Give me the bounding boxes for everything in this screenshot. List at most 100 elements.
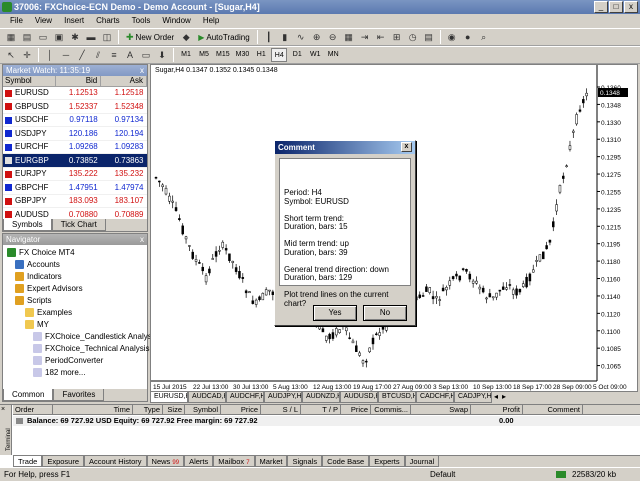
- nav-indicators[interactable]: Indicators: [7, 271, 145, 283]
- autotrading-button[interactable]: ▶ AutoTrading: [195, 33, 252, 42]
- nav-script-candlestick[interactable]: FXChoice_Candlestick Analysis: [7, 331, 158, 343]
- market-watch-row[interactable]: EURGBP 0.73852 0.73863: [3, 153, 147, 168]
- line-chart-icon[interactable]: ∿: [294, 30, 308, 44]
- data-window-icon[interactable]: ▣: [52, 30, 66, 44]
- autoscroll-icon[interactable]: ⇥: [358, 30, 372, 44]
- nav-examples[interactable]: Examples: [7, 307, 145, 319]
- chart-tab[interactable]: AUDNZD,H4: [302, 392, 340, 403]
- timeframe-d1[interactable]: D1: [289, 48, 305, 62]
- terminal-close-icon[interactable]: ×: [1, 406, 5, 413]
- nav-root[interactable]: FX Choice MT4: [7, 247, 145, 259]
- timeframe-h1[interactable]: H1: [253, 48, 269, 62]
- orders-column-header[interactable]: Order: [13, 405, 53, 414]
- new-order-button[interactable]: ✚ New Order: [123, 32, 177, 43]
- chart-shift-icon[interactable]: ⇤: [374, 30, 388, 44]
- orders-column-header[interactable]: Symbol: [185, 405, 221, 414]
- timeframe-w1[interactable]: W1: [307, 48, 323, 62]
- tab-alerts[interactable]: Alerts: [184, 456, 214, 467]
- new-chart-icon[interactable]: ▦: [4, 30, 18, 44]
- metaeditor-icon[interactable]: ◆: [179, 30, 193, 44]
- close-button[interactable]: x: [624, 1, 638, 13]
- tab-experts[interactable]: Experts: [369, 456, 405, 467]
- chart-tab[interactable]: CADCHF,H4: [416, 392, 454, 403]
- market-watch-row[interactable]: GBPUSD 1.52337 1.52348: [3, 99, 147, 114]
- terminal-icon[interactable]: ▬: [84, 30, 98, 44]
- orders-column-header[interactable]: Type: [133, 405, 163, 414]
- menu-insert[interactable]: Insert: [58, 14, 90, 28]
- timeframe-h4[interactable]: H4: [271, 48, 288, 62]
- orders-column-header[interactable]: Commis...: [371, 405, 411, 414]
- tab-scroll-left-icon[interactable]: ◂: [492, 392, 500, 403]
- nav-script-technical[interactable]: FXChoice_Technical Analysis: [7, 343, 150, 355]
- chart-tab[interactable]: AUDJPY,H4: [264, 392, 302, 403]
- bar-chart-icon[interactable]: ┃: [262, 30, 276, 44]
- signals-icon[interactable]: ◉: [445, 30, 459, 44]
- timeframe-m1[interactable]: M1: [178, 48, 194, 62]
- channel-icon[interactable]: ⫽: [91, 48, 105, 62]
- tab-account-history[interactable]: Account History: [84, 456, 147, 467]
- chart-tab[interactable]: AUDCHF,H4: [226, 392, 264, 403]
- tab-code-base[interactable]: Code Base: [322, 456, 370, 467]
- chart-tab[interactable]: AUDCAD,H4: [188, 392, 226, 403]
- text-icon[interactable]: A: [123, 48, 137, 62]
- market-watch-icon[interactable]: ▭: [36, 30, 50, 44]
- yes-button[interactable]: Yes: [313, 305, 357, 321]
- menu-file[interactable]: File: [4, 14, 29, 28]
- label-icon[interactable]: ▭: [139, 48, 153, 62]
- crosshair-icon[interactable]: ✛: [20, 48, 34, 62]
- nav-scripts[interactable]: Scripts: [7, 295, 145, 307]
- nav-my[interactable]: MY: [7, 319, 145, 331]
- maximize-button[interactable]: □: [609, 1, 623, 13]
- orders-column-header[interactable]: T / P: [301, 405, 341, 414]
- tab-signals[interactable]: Signals: [287, 456, 323, 467]
- tab-market[interactable]: Market: [254, 456, 288, 467]
- tab-exposure[interactable]: Exposure: [42, 456, 85, 467]
- column-bid[interactable]: Bid: [55, 76, 102, 87]
- orders-column-header[interactable]: Size: [163, 405, 185, 414]
- periods-icon[interactable]: ◷: [406, 30, 420, 44]
- orders-column-header[interactable]: Swap: [411, 405, 471, 414]
- nav-accounts[interactable]: Accounts: [7, 259, 145, 271]
- trendline-icon[interactable]: ╱: [75, 48, 89, 62]
- timeframe-m15[interactable]: M15: [214, 48, 232, 62]
- chart-tab[interactable]: EURUSD,H4: [150, 392, 188, 403]
- chart-tab[interactable]: AUDUSD,H4: [340, 392, 378, 403]
- tab-symbols[interactable]: Symbols: [3, 219, 52, 231]
- zoom-in-icon[interactable]: ⊕: [310, 30, 324, 44]
- nav-more[interactable]: 182 more...: [7, 367, 145, 379]
- no-button[interactable]: No: [363, 305, 407, 321]
- orders-column-header[interactable]: Time: [53, 405, 133, 414]
- indicators-icon[interactable]: ⊞: [390, 30, 404, 44]
- tester-icon[interactable]: ◫: [100, 30, 114, 44]
- navigator-close-icon[interactable]: x: [140, 234, 147, 245]
- market-watch-row[interactable]: GBPCHF 1.47951 1.47974: [3, 180, 147, 195]
- tab-tick-chart[interactable]: Tick Chart: [51, 219, 106, 231]
- column-symbol[interactable]: Symbol: [3, 76, 56, 87]
- nav-expert-advisors[interactable]: Expert Advisors: [7, 283, 145, 295]
- orders-column-header[interactable]: Price: [341, 405, 371, 414]
- search-icon[interactable]: ⌕: [477, 30, 491, 44]
- column-ask[interactable]: Ask: [100, 76, 147, 87]
- profiles-icon[interactable]: ▤: [20, 30, 34, 44]
- menu-window[interactable]: Window: [156, 14, 196, 28]
- market-watch-close-icon[interactable]: x: [140, 65, 147, 76]
- cursor-icon[interactable]: ↖: [4, 48, 18, 62]
- zoom-out-icon[interactable]: ⊖: [326, 30, 340, 44]
- nav-script-periodconverter[interactable]: PeriodConverter: [7, 355, 145, 367]
- tab-mailbox[interactable]: Mailbox 7: [213, 456, 255, 467]
- tab-trade[interactable]: Trade: [13, 456, 43, 467]
- templates-icon[interactable]: ▤: [422, 30, 436, 44]
- fibonacci-icon[interactable]: ≡: [107, 48, 121, 62]
- minimize-button[interactable]: _: [594, 1, 608, 13]
- vertical-line-icon[interactable]: │: [43, 48, 57, 62]
- menu-tools[interactable]: Tools: [126, 14, 157, 28]
- tab-favorites[interactable]: Favorites: [53, 389, 105, 401]
- arrows-icon[interactable]: ⬇: [155, 48, 169, 62]
- navigator-icon[interactable]: ✱: [68, 30, 82, 44]
- menu-charts[interactable]: Charts: [90, 14, 126, 28]
- tab-common[interactable]: Common: [3, 389, 54, 401]
- market-watch-row[interactable]: GBPJPY 183.093 183.107: [3, 194, 147, 208]
- market-watch-row[interactable]: EURCHF 1.09268 1.09283: [3, 140, 147, 154]
- menu-view[interactable]: View: [29, 14, 58, 28]
- horizontal-line-icon[interactable]: ─: [59, 48, 73, 62]
